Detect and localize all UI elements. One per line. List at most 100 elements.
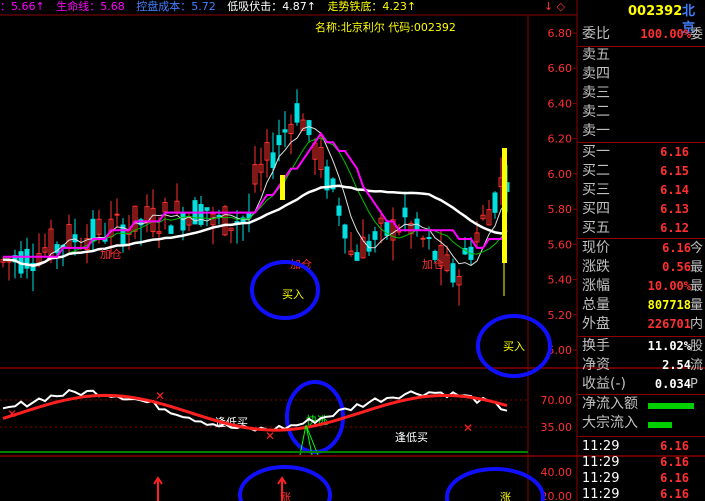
flow-bar-1 bbox=[648, 422, 672, 428]
candle-body-56 bbox=[336, 205, 342, 216]
yellow-bar-2 bbox=[502, 148, 507, 263]
sell-row-2-label: 卖二 bbox=[582, 104, 610, 120]
stat2-row-1-value: 2.54 bbox=[662, 358, 691, 372]
ind1-red-line bbox=[2, 393, 508, 432]
sell-row-1: 卖一 bbox=[578, 123, 705, 143]
ind1-marker-3: ✕ bbox=[463, 421, 473, 435]
price-label-6: 5.60 bbox=[548, 238, 573, 251]
candle-body-57 bbox=[342, 224, 348, 239]
stat-row-1: 涨跌 0.56 最 bbox=[578, 259, 705, 279]
buy-label-1: 买入 bbox=[282, 288, 304, 301]
trade-row-2-label: 11:29 bbox=[582, 471, 620, 486]
flow-bar-0 bbox=[648, 403, 694, 409]
buy-row-1-label: 买一 bbox=[582, 144, 610, 160]
candle-body-70 bbox=[420, 237, 426, 240]
ind1-marker-2: ✕ bbox=[265, 429, 275, 443]
stat2-row-2: 收益(-) 0.034 P bbox=[578, 376, 705, 396]
sell-row-4-label: 卖四 bbox=[582, 66, 610, 82]
candle-body-67 bbox=[402, 207, 408, 218]
highlight-circle-4 bbox=[445, 467, 545, 501]
candle-body-49 bbox=[294, 103, 300, 123]
stat-row-4-tail: 内 bbox=[690, 317, 704, 332]
buy-row-2-value: 6.15 bbox=[660, 164, 689, 178]
stat-row-4-label: 外盘 bbox=[582, 316, 610, 332]
sell-row-1-label: 卖一 bbox=[582, 123, 610, 139]
trade-row-3-value: 6.16 bbox=[660, 487, 689, 501]
add-label-1: 加仓 bbox=[100, 247, 122, 261]
candle-body-82 bbox=[492, 192, 498, 213]
yellow-bar-1 bbox=[280, 175, 285, 200]
indicator-topbar: ：5.66↑ 生命线：5.68 控盘成本：5.72 低吸伏击：4.87↑ 走势铁… bbox=[0, 0, 577, 14]
ind1-marker-0: ✕ bbox=[7, 407, 17, 421]
ind2-label-1: 20.00 bbox=[541, 490, 573, 501]
candle-body-33 bbox=[198, 203, 204, 225]
trade-row-0-value: 6.16 bbox=[660, 439, 689, 453]
dip-label-2: 逢低买 bbox=[395, 431, 428, 444]
price-label-4: 6.00 bbox=[548, 168, 573, 181]
stat-row-3-value: 807718 bbox=[647, 298, 691, 312]
topbar-item-3: 低吸伏击：4.87↑ bbox=[227, 0, 316, 13]
price-label-3: 6.20 bbox=[548, 133, 573, 146]
stat-row-0-label: 现价 bbox=[582, 240, 610, 256]
stock-code: 002392 bbox=[628, 4, 683, 19]
topbar-arrows[interactable]: ↓ ◇ bbox=[544, 0, 565, 14]
stat-row-3: 总量 807718 量 bbox=[578, 297, 705, 317]
candle-body-15 bbox=[90, 218, 96, 242]
flow-row-0-label: 净流入额 bbox=[582, 396, 638, 412]
stat-row-4-value: 226701 bbox=[647, 317, 691, 331]
price-label-0: 6.80 bbox=[548, 27, 573, 40]
trade-row-1-label: 11:29 bbox=[582, 455, 620, 470]
trade-row-3: 11:29 6.16 bbox=[578, 486, 705, 501]
stat-row-2-tail: 最 bbox=[690, 279, 704, 294]
topbar-item-2: 控盘成本：5.72 bbox=[136, 0, 216, 13]
ind1-label-1: 35.00 bbox=[541, 421, 573, 434]
candle-body-34 bbox=[204, 207, 210, 211]
quote-panel: 002392 北京 委比 100.00% 委 卖五卖四卖三卖二卖一买一 6.16 买… bbox=[578, 0, 705, 501]
stat2-row-1: 净资 2.54 流 bbox=[578, 357, 705, 377]
trade-row-2-value: 6.16 bbox=[660, 471, 689, 485]
buy-row-4: 买四 6.13 bbox=[578, 201, 705, 221]
flow-row-1-label: 大宗流入 bbox=[582, 415, 638, 431]
buy-row-3: 买三 6.14 bbox=[578, 182, 705, 202]
buy-row-5-value: 6.12 bbox=[660, 221, 689, 235]
price-label-5: 5.80 bbox=[548, 203, 573, 216]
sell-row-3-label: 卖三 bbox=[582, 85, 610, 101]
stat-row-3-tail: 量 bbox=[690, 298, 704, 313]
stat2-row-2-value: 0.034 bbox=[654, 377, 691, 391]
candle-body-47 bbox=[282, 129, 288, 133]
stat-row-2-value: 10.00% bbox=[647, 279, 691, 293]
stat-row-4: 外盘 226701 内 bbox=[578, 316, 705, 336]
stat2-row-1-tail: 流 bbox=[690, 358, 704, 373]
candle-body-30 bbox=[180, 212, 186, 231]
topbar-item-4: 走势铁底：4.23↑ bbox=[327, 0, 417, 13]
trade-row-0-label: 11:29 bbox=[582, 439, 620, 454]
buy-label-2: 买入 bbox=[503, 340, 525, 353]
buy-row-5-label: 买五 bbox=[582, 220, 610, 236]
stat-row-1-label: 涨跌 bbox=[582, 259, 610, 275]
buy-row-1-value: 6.16 bbox=[660, 145, 689, 159]
flow-row-1: 大宗流入 bbox=[578, 415, 705, 435]
trade-row-1-value: 6.16 bbox=[660, 455, 689, 469]
stock-header: 002392 北京 bbox=[578, 0, 705, 36]
candle-body-28 bbox=[168, 225, 174, 234]
sell-row-5-label: 卖五 bbox=[582, 47, 610, 63]
buy-row-2-label: 买二 bbox=[582, 163, 610, 179]
candle-body-59 bbox=[354, 252, 360, 261]
sell-row-2: 卖二 bbox=[578, 104, 705, 124]
sell-row-4: 卖四 bbox=[578, 66, 705, 86]
add-label-3: 加仓 bbox=[422, 257, 444, 271]
buy-row-4-value: 6.13 bbox=[660, 202, 689, 216]
price-label-2: 6.40 bbox=[548, 97, 573, 110]
ratio-row: 委比 100.00% 委 bbox=[582, 26, 704, 42]
topbar-item-0: ：5.66↑ bbox=[0, 0, 45, 13]
ind2-label-0: 40.00 bbox=[541, 466, 573, 479]
stat-row-0: 现价 6.16 今 bbox=[578, 240, 705, 260]
stat-row-1-value: 0.56 bbox=[662, 260, 691, 274]
stat2-row-0-tail: 股 bbox=[690, 339, 704, 354]
buy-row-4-label: 买四 bbox=[582, 201, 610, 217]
ind1-marker-1: ✕ bbox=[155, 389, 165, 403]
candle-body-19 bbox=[114, 213, 120, 216]
candle-body-75 bbox=[450, 263, 456, 283]
stat2-row-2-tail: P bbox=[690, 377, 698, 392]
trade-row-3-label: 11:29 bbox=[582, 487, 620, 501]
